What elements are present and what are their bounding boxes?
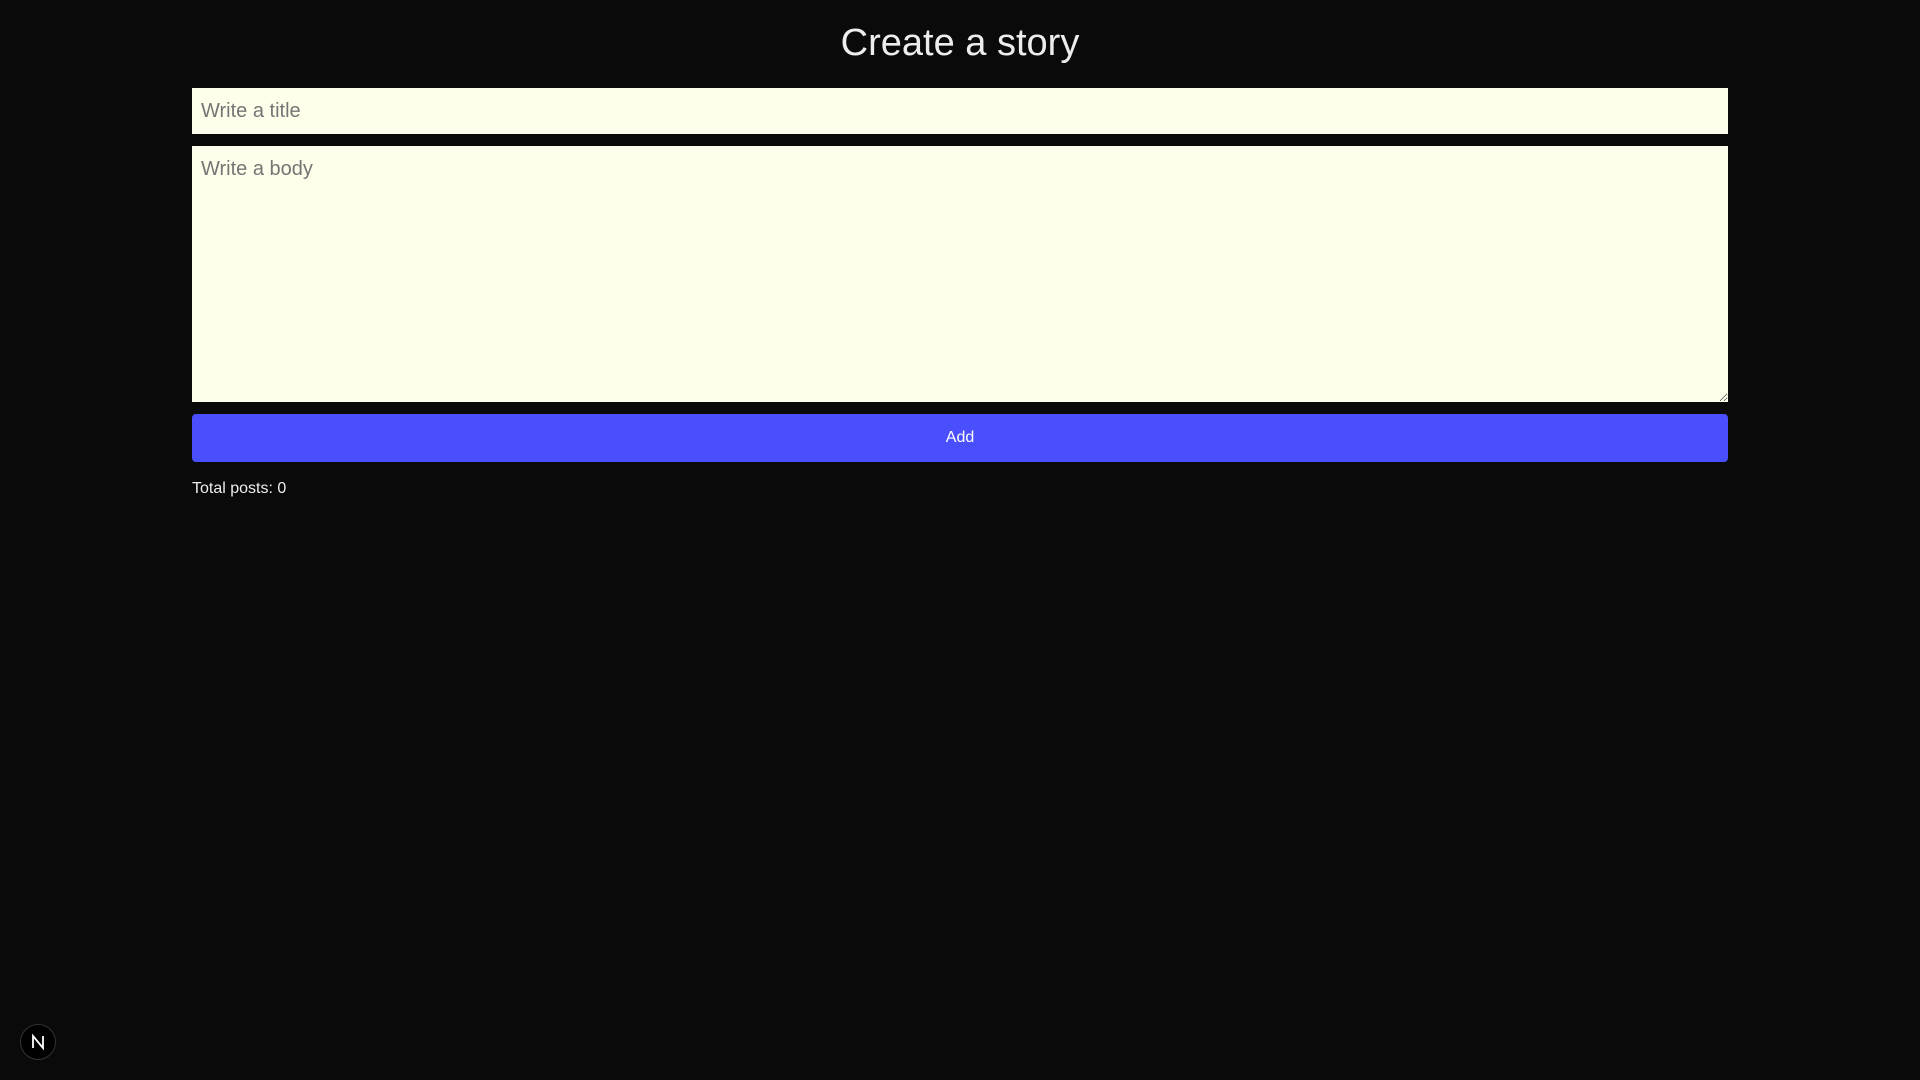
nextjs-logo-icon: [32, 1033, 44, 1051]
add-button[interactable]: Add: [192, 414, 1728, 462]
body-textarea[interactable]: [192, 146, 1728, 402]
nextjs-dev-badge[interactable]: [20, 1024, 56, 1060]
page: Create a story Add Total posts: 0: [0, 0, 1920, 1080]
total-posts-count: Total posts: 0: [192, 480, 287, 497]
title-input[interactable]: [192, 88, 1728, 134]
page-title: Create a story: [840, 22, 1080, 64]
